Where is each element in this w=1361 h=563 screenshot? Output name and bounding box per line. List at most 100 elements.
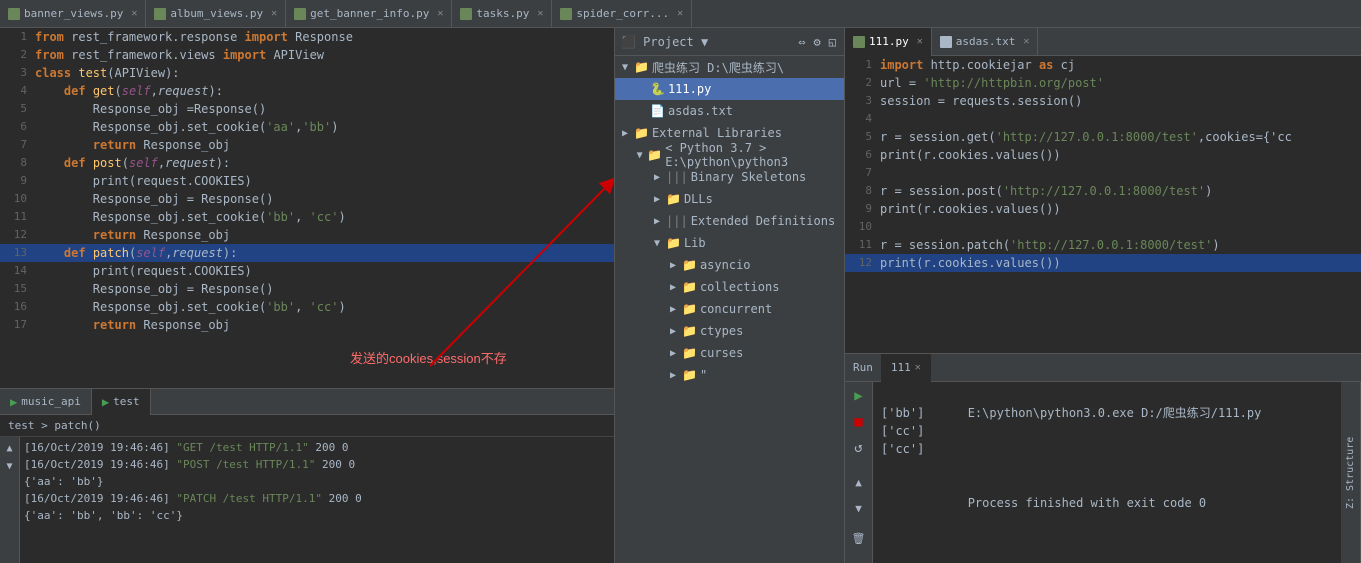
- tree-item-python37[interactable]: ▼ 📁 < Python 3.7 > E:\python\python3: [615, 144, 844, 166]
- run-clear-btn[interactable]: 🗑: [849, 528, 869, 548]
- output-line-5: [881, 458, 1333, 476]
- run-output: E:\python\python3.0.exe D:/爬虫练习/111.py […: [873, 382, 1341, 563]
- py-file-icon: [460, 8, 472, 20]
- folder-icon: 📁: [682, 280, 697, 294]
- tree-item-label: ctypes: [700, 324, 743, 338]
- tree-item-collections[interactable]: ▶ 📁 collections: [615, 276, 844, 298]
- run-rerun-btn[interactable]: ↺: [849, 438, 869, 458]
- tab-bar: banner_views.py ✕ album_views.py ✕ get_b…: [0, 0, 1361, 28]
- tree-item-ctypes[interactable]: ▶ 📁 ctypes: [615, 320, 844, 342]
- tab-music-api[interactable]: ▶ music_api: [0, 389, 92, 415]
- tree-item-lib[interactable]: ▼ 📁 Lib: [615, 232, 844, 254]
- code-line-14: 14 print(request.COOKIES): [0, 262, 614, 280]
- console-sidebar: ▲ ▼: [0, 437, 20, 563]
- tree-item-binary-skeletons-label: Binary Skeletons: [691, 170, 807, 184]
- tree-item-asyncio[interactable]: ▶ 📁 asyncio: [615, 254, 844, 276]
- right-panel: 111.py ✕ asdas.txt ✕ 1 import http.cooki…: [845, 28, 1361, 563]
- tree-root-label: 爬虫练习 D:\爬虫练习\: [652, 59, 784, 76]
- tree-item-label: curses: [700, 346, 743, 360]
- toolbar-horizontal-btn[interactable]: ⇔: [796, 33, 807, 51]
- tree-item-dlls[interactable]: ▶ 📁 DLLs: [615, 188, 844, 210]
- breadcrumb-text: test > patch(): [8, 419, 101, 432]
- tab-111py[interactable]: 111.py ✕: [845, 28, 932, 56]
- py-file-icon: [294, 8, 306, 20]
- run-stop-btn[interactable]: ■: [849, 412, 869, 432]
- right-code-line-9: 9 print(r.cookies.values()): [845, 200, 1361, 218]
- code-line-8: 8 def post(self,request):: [0, 154, 614, 172]
- code-line-6: 6 Response_obj.set_cookie('aa','bb'): [0, 118, 614, 136]
- run-tab-111[interactable]: 111 ✕: [881, 354, 931, 382]
- tab-label: spider_corr...: [576, 7, 669, 20]
- middle-panel: ⬛ Project ▼ ⇔ ⚙ ◱ ▼ 📁 爬虫练习 D:\爬虫练习\ 🐍 11…: [615, 28, 845, 563]
- console-area: ▲ ▼ [16/Oct/2019 19:46:46] "GET /test HT…: [0, 437, 614, 563]
- toolbar-settings-btn[interactable]: ⚙: [812, 33, 823, 51]
- structure-label: Z: Structure: [1341, 382, 1361, 563]
- right-tab-bar: 111.py ✕ asdas.txt ✕: [845, 28, 1361, 56]
- code-line-1: 1 from rest_framework.response import Re…: [0, 28, 614, 46]
- tab-close-icon[interactable]: ✕: [131, 8, 137, 19]
- tree-item-root[interactable]: ▼ 📁 爬虫练习 D:\爬虫练习\: [615, 56, 844, 78]
- code-line-4: 4 def get(self,request):: [0, 82, 614, 100]
- scroll-up-btn[interactable]: ▲: [3, 441, 17, 455]
- run-label: Run: [845, 361, 881, 374]
- code-area[interactable]: 1 from rest_framework.response import Re…: [0, 28, 614, 388]
- run-play-btn[interactable]: ▶: [849, 386, 869, 406]
- console-line-2: [16/Oct/2019 19:46:46] "POST /test HTTP/…: [24, 456, 610, 473]
- tree-item-label: External Libraries: [652, 126, 782, 140]
- run-sidebar: ▶ ■ ↺ ▲ ▼ 🗑: [845, 382, 873, 563]
- tab-close-icon[interactable]: ✕: [437, 8, 443, 19]
- tab-tasks[interactable]: tasks.py ✕: [452, 0, 552, 28]
- tab-get-banner-info[interactable]: get_banner_info.py ✕: [286, 0, 452, 28]
- right-code-line-10: 10: [845, 218, 1361, 236]
- project-toolbar: ⬛ Project ▼ ⇔ ⚙ ◱: [615, 28, 844, 56]
- tab-close-icon[interactable]: ✕: [537, 8, 543, 19]
- folder-icon: 📁: [666, 236, 681, 250]
- code-line-9: 9 print(request.COOKIES): [0, 172, 614, 190]
- folder-icon: 📁: [634, 60, 649, 74]
- tab-asdas[interactable]: asdas.txt ✕: [932, 28, 1039, 56]
- toolbar-external-btn[interactable]: ◱: [827, 33, 838, 51]
- scroll-down-btn[interactable]: ▼: [3, 459, 17, 473]
- run-icon: ▶: [10, 395, 17, 409]
- tab-label: get_banner_info.py: [310, 7, 429, 20]
- tab-close-icon[interactable]: ✕: [917, 36, 923, 47]
- main-content: 1 from rest_framework.response import Re…: [0, 28, 1361, 563]
- run-scroll-down-btn[interactable]: ▼: [849, 498, 869, 518]
- tree-item-label: ": [700, 368, 707, 382]
- tree-item-curses[interactable]: ▶ 📁 curses: [615, 342, 844, 364]
- code-line-5: 5 Response_obj =Response(): [0, 100, 614, 118]
- run-icon: ▶: [102, 395, 109, 409]
- output-line-4: ['cc']: [881, 440, 1333, 458]
- code-line-15: 15 Response_obj = Response(): [0, 280, 614, 298]
- folder-icon: 📁: [634, 126, 649, 140]
- tab-label: tasks.py: [476, 7, 529, 20]
- tab-close-icon[interactable]: ✕: [677, 8, 683, 19]
- run-scroll-up-btn[interactable]: ▲: [849, 472, 869, 492]
- tab-album-views[interactable]: album_views.py ✕: [146, 0, 286, 28]
- right-code-line-5: 5 r = session.get('http://127.0.0.1:8000…: [845, 128, 1361, 146]
- lib-folder-icon: |||: [666, 214, 688, 228]
- run-tab-close-icon[interactable]: ✕: [915, 362, 921, 373]
- tree-item-concurrent[interactable]: ▶ 📁 concurrent: [615, 298, 844, 320]
- tab-close-icon[interactable]: ✕: [271, 8, 277, 19]
- tab-banner-views[interactable]: banner_views.py ✕: [0, 0, 146, 28]
- right-code-line-6: 6 print(r.cookies.values()): [845, 146, 1361, 164]
- folder-icon: 📁: [682, 258, 697, 272]
- tree-item-binary-skeletons[interactable]: ▶ ||| Binary Skeletons: [615, 166, 844, 188]
- console-line-4: [16/Oct/2019 19:46:46] "PATCH /test HTTP…: [24, 490, 610, 507]
- tree-item-label: DLLs: [684, 192, 713, 206]
- tab-test[interactable]: ▶ test: [92, 389, 151, 415]
- right-code-line-2: 2 url = 'http://httpbin.org/post': [845, 74, 1361, 92]
- tab-spider-corr[interactable]: spider_corr... ✕: [552, 0, 692, 28]
- tree-item-asdas[interactable]: 📄 asdas.txt: [615, 100, 844, 122]
- right-code-line-3: 3 session = requests.session(): [845, 92, 1361, 110]
- output-line-1: E:\python\python3.0.exe D:/爬虫练习/111.py: [881, 386, 1333, 404]
- tree-item-extended-defs[interactable]: ▶ ||| Extended Definitions: [615, 210, 844, 232]
- tree-item-more[interactable]: ▶ 📁 ": [615, 364, 844, 386]
- tree-item-111py[interactable]: 🐍 111.py: [615, 78, 844, 100]
- folder-icon: 📁: [666, 192, 681, 206]
- right-code-area[interactable]: 1 import http.cookiejar as cj 2 url = 'h…: [845, 56, 1361, 353]
- tab-close-icon[interactable]: ✕: [1023, 36, 1029, 47]
- py-file-icon: [8, 8, 20, 20]
- tree-item-label: Lib: [684, 236, 706, 250]
